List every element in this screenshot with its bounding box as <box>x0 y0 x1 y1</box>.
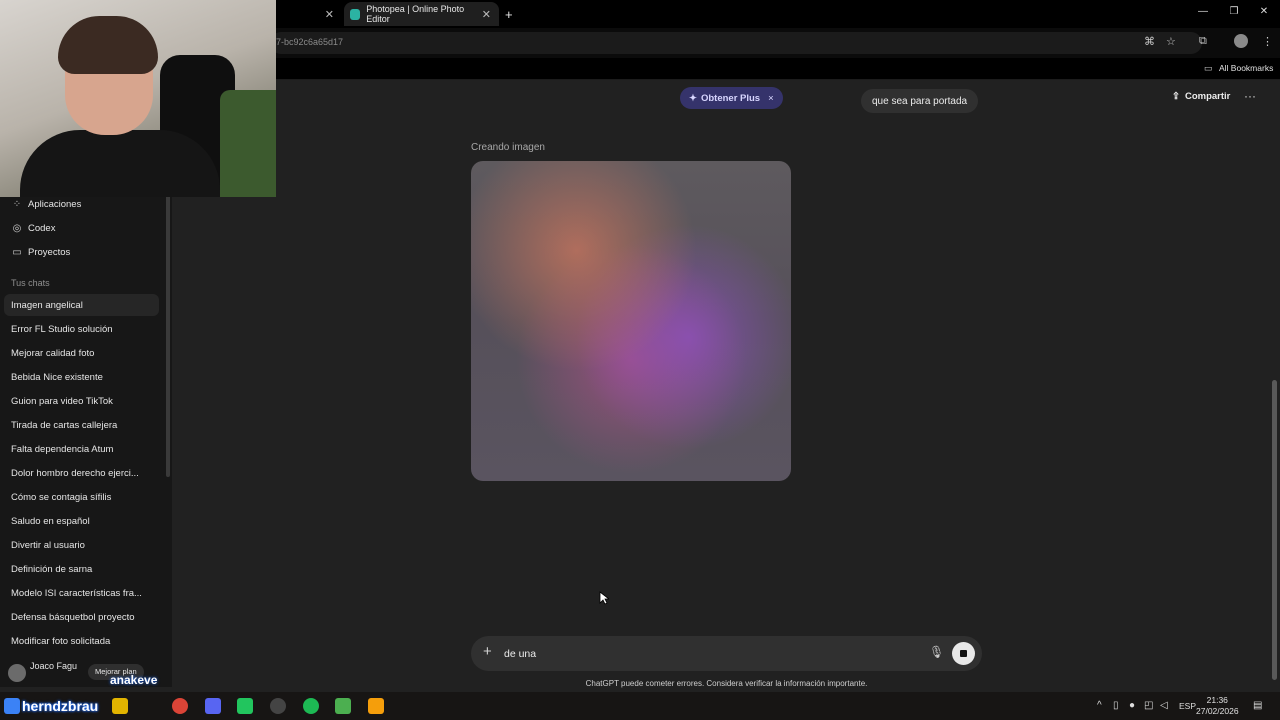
main-scrollbar[interactable] <box>1272 380 1277 680</box>
fl-studio-icon[interactable] <box>368 698 384 714</box>
user-name: Joaco Fagu <box>30 661 78 671</box>
chrome-icon[interactable] <box>172 698 188 714</box>
bookmark-star-icon[interactable]: ☆ <box>1166 35 1176 48</box>
webcam-person-hair <box>58 16 158 74</box>
sidebar-item-projects[interactable]: ▭ Proyectos <box>4 241 159 263</box>
sidebar-item-label: Proyectos <box>28 246 71 258</box>
folder-icon: ▭ <box>12 246 22 258</box>
all-bookmarks-link[interactable]: All Bookmarks <box>1219 63 1273 73</box>
chat-item[interactable]: Mejorar calidad foto <box>4 342 159 364</box>
tray-volume-icon[interactable]: ◁ <box>1160 700 1168 711</box>
photopea-favicon-icon <box>350 8 361 20</box>
message-composer: + 🎙 <box>471 636 982 671</box>
chat-item[interactable]: Dolor hombro derecho ejerci... <box>4 462 159 484</box>
add-attachment-icon[interactable]: + <box>483 643 492 660</box>
chat-item[interactable]: Cómo se contagia sífilis <box>4 486 159 508</box>
chat-item[interactable]: Divertir al usuario <box>4 534 159 556</box>
chat-item[interactable]: Guion para video TikTok <box>4 390 159 412</box>
language-indicator[interactable]: ESP <box>1179 701 1196 711</box>
message-input[interactable] <box>504 644 904 664</box>
tray-chevron-icon[interactable]: ^ <box>1097 700 1102 711</box>
chat-item[interactable]: Saludo en español <box>4 510 159 532</box>
chat-item[interactable]: Modelo ISI características fra... <box>4 582 159 604</box>
disclaimer-text: ChatGPT puede cometer errores. Considera… <box>585 679 868 688</box>
kick-icon[interactable] <box>237 698 253 714</box>
image-generation-status: Creando imagen <box>471 142 545 153</box>
translate-icon[interactable]: ⌘ <box>1144 35 1155 48</box>
spotify-icon[interactable] <box>303 698 319 714</box>
tray-network-icon[interactable]: ◰ <box>1144 700 1153 711</box>
share-button[interactable]: ⇪ Compartir <box>1172 91 1230 102</box>
chat-item[interactable]: Definición de sarna <box>4 558 159 580</box>
new-tab-button[interactable]: + <box>505 2 521 26</box>
tray-mic-icon[interactable]: ● <box>1129 700 1135 711</box>
tab-title: Photopea | Online Photo Editor <box>366 4 465 24</box>
discord-icon[interactable] <box>205 698 221 714</box>
avatar <box>8 664 26 682</box>
address-field[interactable]: 7-bc92c6a65d17 <box>270 32 1202 54</box>
stream-overlay-line1: anakeve <box>110 673 157 687</box>
sidebar-item-label: Aplicaciones <box>28 198 82 210</box>
windows-taskbar <box>0 692 1280 720</box>
chat-item[interactable]: Bebida Nice existente <box>4 366 159 388</box>
sidebar-item-codex[interactable]: ◎ Codex <box>4 217 159 239</box>
clock-time: 21:36 <box>1206 695 1228 705</box>
obs-icon[interactable] <box>270 698 286 714</box>
share-label: Compartir <box>1184 91 1231 102</box>
chat-item[interactable]: Modificar foto solicitada <box>4 630 159 652</box>
stop-generating-button[interactable] <box>952 642 975 665</box>
mouse-cursor-icon <box>599 591 609 605</box>
minecraft-icon[interactable] <box>335 698 351 714</box>
tray-battery-icon[interactable]: ▯ <box>1113 700 1119 711</box>
chat-item[interactable]: Error FL Studio solución <box>4 318 159 340</box>
browser-tab-photopea[interactable]: Photopea | Online Photo Editor ✕ <box>344 2 499 26</box>
user-message-bubble: que sea para portada <box>861 89 979 113</box>
extensions-icon[interactable]: ⧉ <box>1199 35 1207 48</box>
window-close-icon[interactable]: ✕ <box>1254 6 1274 17</box>
clock-date: 27/02/2026 <box>1196 706 1239 716</box>
webcam-plant <box>220 90 276 197</box>
get-plus-label: Obtener Plus <box>700 92 761 104</box>
browser-tab[interactable]: ✕ <box>276 2 342 26</box>
apps-icon: ⁘ <box>12 198 22 210</box>
chats-heading: Tus chats <box>11 278 50 288</box>
codex-icon: ◎ <box>12 222 22 234</box>
minimize-icon[interactable]: — <box>1193 6 1213 17</box>
more-options-icon[interactable]: ··· <box>1244 89 1256 103</box>
overlay-text: anakeve <box>110 673 158 687</box>
profile-avatar-icon[interactable] <box>1234 34 1248 48</box>
browser-menu-icon[interactable]: ⋮ <box>1262 35 1273 48</box>
sidebar-item-label: Codex <box>28 222 56 234</box>
restore-icon[interactable]: ❐ <box>1224 6 1244 17</box>
taskbar-app-icon[interactable] <box>112 698 128 714</box>
dismiss-plus-icon[interactable]: × <box>768 93 774 104</box>
webcam-overlay <box>0 0 276 197</box>
notifications-icon[interactable]: ▤ <box>1253 700 1262 711</box>
generating-image-placeholder <box>471 161 791 481</box>
folder-icon: ▭ <box>1204 63 1213 73</box>
chat-item[interactable]: Imagen angelical <box>4 294 159 316</box>
tab-close-icon[interactable]: ✕ <box>325 8 334 21</box>
chat-item[interactable]: Tirada de cartas callejera <box>4 414 159 436</box>
webcam-person-body <box>20 130 220 197</box>
chat-item[interactable]: Defensa básquetbol proyecto <box>4 606 159 628</box>
sparkle-icon: ✦ <box>689 92 697 104</box>
url-text: 7-bc92c6a65d17 <box>276 37 344 47</box>
stream-overlay-line2: herndzbrau <box>22 698 99 714</box>
chat-item[interactable]: Falta dependencia Atum <box>4 438 159 460</box>
get-plus-button[interactable]: ✦ Obtener Plus × <box>680 87 783 109</box>
sidebar-scrollbar[interactable] <box>166 195 170 477</box>
new-tab-label: + <box>505 6 513 22</box>
taskbar-clock[interactable]: 21:36 27/02/2026 <box>1196 695 1239 717</box>
share-icon: ⇪ <box>1172 91 1180 102</box>
start-icon[interactable] <box>4 698 20 714</box>
tab-close-icon[interactable]: ✕ <box>482 8 491 21</box>
microphone-icon[interactable]: 🎙 <box>929 645 944 659</box>
